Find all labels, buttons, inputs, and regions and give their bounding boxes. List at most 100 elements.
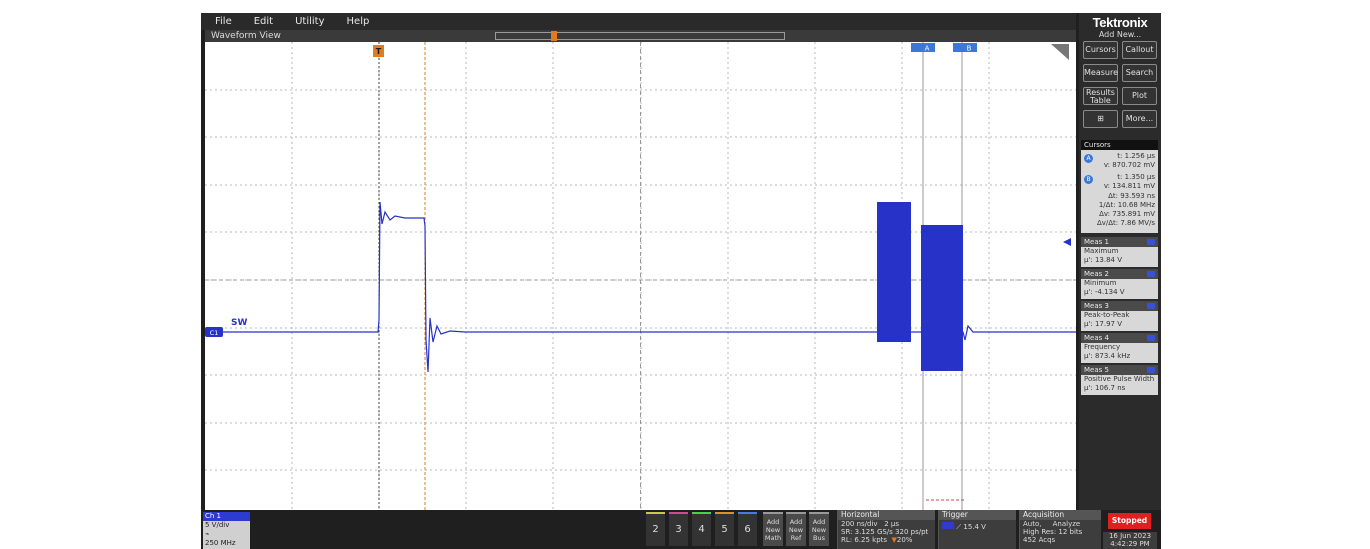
meas-1-badge[interactable]: Meas 1 Maximum µ': 13.84 V: [1081, 237, 1158, 267]
menu-utility[interactable]: Utility: [295, 16, 324, 27]
add-new-ref-button[interactable]: Add New Ref: [786, 512, 806, 546]
horizontal-record-length: RL: 6.25 kpts: [841, 536, 888, 544]
record-overview-bar[interactable]: [495, 31, 785, 41]
cursor-delta-t: Δt: 93.593 ns: [1108, 192, 1155, 200]
add-bus-line-3: Bus: [813, 534, 825, 542]
run-stop-status[interactable]: Stopped: [1108, 513, 1151, 529]
meas-1-label: Meas 1: [1084, 238, 1109, 246]
meas-5-badge[interactable]: Meas 5 Positive Pulse Width µ': 106.7 ns: [1081, 365, 1158, 395]
ch1-burst-1: [877, 202, 911, 342]
horizontal-sr-row: SR: 3.125 GS/s 320 ps/pt: [838, 528, 935, 536]
cursor-a-readout: A t: 1.256 µs v: 870.702 mV: [1081, 150, 1158, 171]
cursors-readout-title: Cursors: [1081, 140, 1158, 150]
horizontal-pts: 320 ps/pt: [895, 528, 929, 536]
trigger-marker-label: T: [376, 47, 382, 56]
meas-5-label: Meas 5: [1084, 366, 1109, 374]
meas-1-channel-icon: [1147, 239, 1155, 245]
horizontal-rl-row: RL: 6.25 kpts ▼20%: [838, 536, 935, 544]
ch1-coupling-icon: ⌁: [205, 530, 210, 538]
horizontal-scale-row: 200 ns/div 2 µs: [838, 520, 935, 528]
add-ref-line-2: New: [788, 526, 804, 534]
cursors-readout[interactable]: Cursors A t: 1.256 µs v: 870.702 mV B t:…: [1081, 140, 1158, 233]
cursor-b-flag[interactable]: [953, 43, 977, 52]
ch1-ground-marker-label: C1: [210, 329, 219, 337]
meas-3-badge[interactable]: Meas 3 Peak-to-Peak µ': 17.97 V: [1081, 301, 1158, 331]
brand-logo: Tektronix: [1092, 15, 1148, 30]
meas-2-badge[interactable]: Meas 2 Minimum µ': -4.134 V: [1081, 269, 1158, 299]
measure-button[interactable]: Measure: [1083, 64, 1118, 82]
ch1-badge-title: Ch 1: [203, 512, 250, 521]
add-new-bus-button[interactable]: Add New Bus: [809, 512, 829, 546]
trigger-level: 15.4 V: [963, 523, 986, 531]
histogram-icon: ⊞: [1097, 114, 1104, 123]
results-table-label-2: Table: [1090, 96, 1111, 105]
add-ref-line-3: Ref: [790, 534, 802, 542]
waveform-plot: T A B C1 SW: [205, 42, 1076, 518]
results-table-button[interactable]: Results Table: [1083, 87, 1118, 105]
horizontal-position: 20%: [896, 536, 913, 544]
control-panel: Tektronix Add New... Cursors Callout Mea…: [1079, 13, 1161, 549]
meas-5-channel-icon: [1147, 367, 1155, 373]
horizontal-scale: 200 ns/div: [841, 520, 878, 528]
cursor-inv-delta-t: 1/Δt: 10.68 MHz: [1098, 201, 1155, 209]
plot-button[interactable]: Plot: [1122, 87, 1157, 105]
ch5-button[interactable]: 5: [715, 512, 734, 546]
date-time: 16 Jun 2023 4:42:29 PM: [1103, 532, 1157, 549]
rising-edge-icon: ⟋: [956, 523, 962, 531]
ch1-burst-2: [921, 225, 963, 371]
cursor-a-badge: A: [1084, 154, 1093, 163]
search-button[interactable]: Search: [1122, 64, 1157, 82]
add-math-line-3: Math: [764, 534, 782, 542]
acquisition-resolution: High Res: 12 bits: [1023, 528, 1083, 536]
histogram-button[interactable]: ⊞: [1083, 110, 1118, 128]
waveform-graticule[interactable]: T A B C1 SW: [205, 42, 1076, 518]
cursor-b-flag-label: B: [967, 45, 972, 53]
settings-bar: Ch 1 5 V/div ⌁ 250 MHz 2 3 4 5 6 Add New…: [201, 510, 1161, 549]
add-new-math-button[interactable]: Add New Math: [763, 512, 783, 546]
meas-3-name: Peak-to-Peak: [1084, 311, 1130, 319]
meas-5-name: Positive Pulse Width: [1084, 375, 1155, 383]
view-corner-icon[interactable]: [1051, 44, 1069, 60]
meas-4-value: µ': 873.4 kHz: [1084, 352, 1131, 360]
meas-2-label: Meas 2: [1084, 270, 1109, 278]
horizontal-title: Horizontal: [838, 510, 935, 520]
cursors-button[interactable]: Cursors: [1083, 41, 1118, 59]
acquisition-badge[interactable]: Acquisition Auto, Analyze High Res: 12 b…: [1019, 510, 1101, 549]
add-math-line-1: Add: [766, 518, 780, 526]
meas-2-name: Minimum: [1084, 279, 1117, 287]
cursor-a-flag[interactable]: [911, 43, 935, 52]
more-button[interactable]: More...: [1122, 110, 1157, 128]
trigger-badge[interactable]: Trigger ⟋ 15.4 V: [938, 510, 1016, 549]
ch1-label: SW: [231, 318, 247, 328]
trigger-level-marker[interactable]: [1063, 238, 1071, 246]
menu-file[interactable]: File: [215, 16, 232, 27]
meas-3-channel-icon: [1147, 303, 1155, 309]
meas-4-name: Frequency: [1084, 343, 1121, 351]
date: 16 Jun 2023: [1108, 532, 1152, 540]
meas-3-label: Meas 3: [1084, 302, 1109, 310]
callout-button[interactable]: Callout: [1122, 41, 1157, 59]
oscilloscope-window: File Edit Utility Help Waveform View T A…: [201, 13, 1161, 549]
acquisition-mode-row: Auto, Analyze: [1020, 520, 1101, 528]
ch1-badge[interactable]: Ch 1 5 V/div ⌁ 250 MHz: [203, 512, 250, 549]
meas-5-value: µ': 106.7 ns: [1084, 384, 1126, 392]
menu-bar: File Edit Utility Help: [201, 13, 1076, 30]
horizontal-badge[interactable]: Horizontal 200 ns/div 2 µs SR: 3.125 GS/…: [837, 510, 935, 549]
meas-4-badge[interactable]: Meas 4 Frequency µ': 873.4 kHz: [1081, 333, 1158, 363]
horizontal-span: 2 µs: [884, 520, 900, 528]
trigger-settings-row: ⟋ 15.4 V: [939, 520, 1016, 531]
menu-edit[interactable]: Edit: [254, 16, 273, 27]
cursor-b-readout: B t: 1.350 µs v: 134.811 mV: [1081, 171, 1158, 192]
cursor-dv-dt: Δv/Δt: 7.86 MV/s: [1096, 219, 1155, 227]
ch6-button[interactable]: 6: [738, 512, 757, 546]
meas-4-label: Meas 4: [1084, 334, 1109, 342]
trigger-source-icon: [942, 522, 954, 529]
ch4-button[interactable]: 4: [692, 512, 711, 546]
ch2-button[interactable]: 2: [646, 512, 665, 546]
cursor-b-voltage: v: 134.811 mV: [1103, 182, 1155, 190]
add-ref-line-1: Add: [789, 518, 803, 526]
cursor-delta-v: Δv: 735.891 mV: [1099, 210, 1155, 218]
meas-1-value: µ': 13.84 V: [1084, 256, 1123, 264]
ch3-button[interactable]: 3: [669, 512, 688, 546]
menu-help[interactable]: Help: [347, 16, 370, 27]
